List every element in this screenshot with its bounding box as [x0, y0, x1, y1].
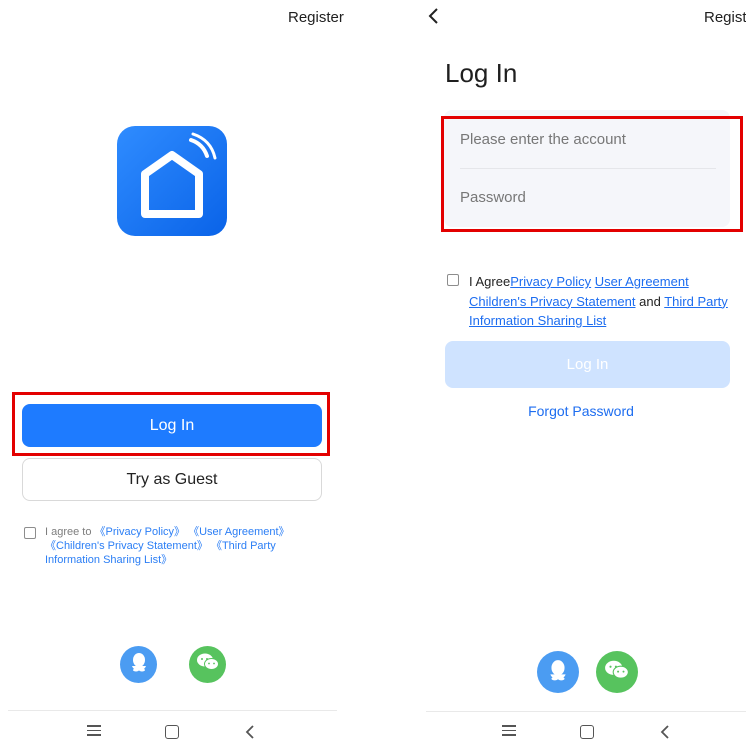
login-button[interactable]: Log In	[445, 341, 730, 388]
back-nav-icon[interactable]	[659, 724, 671, 740]
app-logo-icon	[117, 126, 227, 236]
agreement-text: I agree to 《Privacy Policy》 《User Agreem…	[45, 525, 315, 567]
login-screen: Registe Log In Please enter the account …	[416, 0, 746, 740]
qq-icon	[128, 651, 150, 678]
page-title: Log In	[445, 58, 518, 88]
privacy-policy-link[interactable]: Privacy Policy	[510, 274, 591, 289]
user-agreement-link[interactable]: User Agreement	[595, 274, 689, 289]
qq-icon	[546, 658, 570, 687]
wechat-login-button[interactable]	[189, 646, 226, 683]
agree-checkbox[interactable]	[447, 274, 459, 286]
children-privacy-link[interactable]: Children's Privacy Statement	[469, 294, 636, 309]
wechat-icon	[604, 658, 630, 687]
menu-icon[interactable]	[502, 722, 516, 739]
back-nav-icon[interactable]	[244, 724, 256, 745]
register-link[interactable]: Registe	[704, 9, 746, 26]
credentials-highlight	[441, 116, 743, 232]
user-agreement-link[interactable]: 《User Agreement》	[188, 526, 289, 538]
guest-button[interactable]: Try as Guest	[22, 458, 322, 501]
qq-login-button[interactable]	[537, 651, 579, 693]
home-icon[interactable]	[580, 725, 594, 739]
register-link[interactable]: Register	[288, 9, 344, 26]
qq-login-button[interactable]	[120, 646, 157, 683]
agree-prefix: I Agree	[469, 274, 511, 289]
menu-icon[interactable]	[87, 722, 101, 739]
wechat-icon	[196, 651, 220, 678]
agree-checkbox[interactable]	[24, 527, 36, 539]
privacy-policy-link[interactable]: 《Privacy Policy》	[95, 526, 185, 538]
welcome-screen: Register Log In Try as Guest I agree to …	[0, 0, 345, 740]
children-privacy-link[interactable]: 《Children's Privacy Statement》	[45, 540, 208, 552]
forgot-password-link[interactable]: Forgot Password	[416, 403, 746, 419]
login-button[interactable]: Log In	[22, 404, 322, 447]
wechat-login-button[interactable]	[596, 651, 638, 693]
home-icon[interactable]	[165, 725, 179, 739]
agree-prefix: I agree to	[45, 526, 92, 538]
back-icon[interactable]	[427, 7, 441, 30]
nav-divider	[8, 710, 337, 711]
nav-divider	[426, 711, 746, 712]
and-text: and	[639, 293, 661, 309]
agreement-text: I AgreePrivacy Policy User Agreement Chi…	[469, 272, 739, 331]
